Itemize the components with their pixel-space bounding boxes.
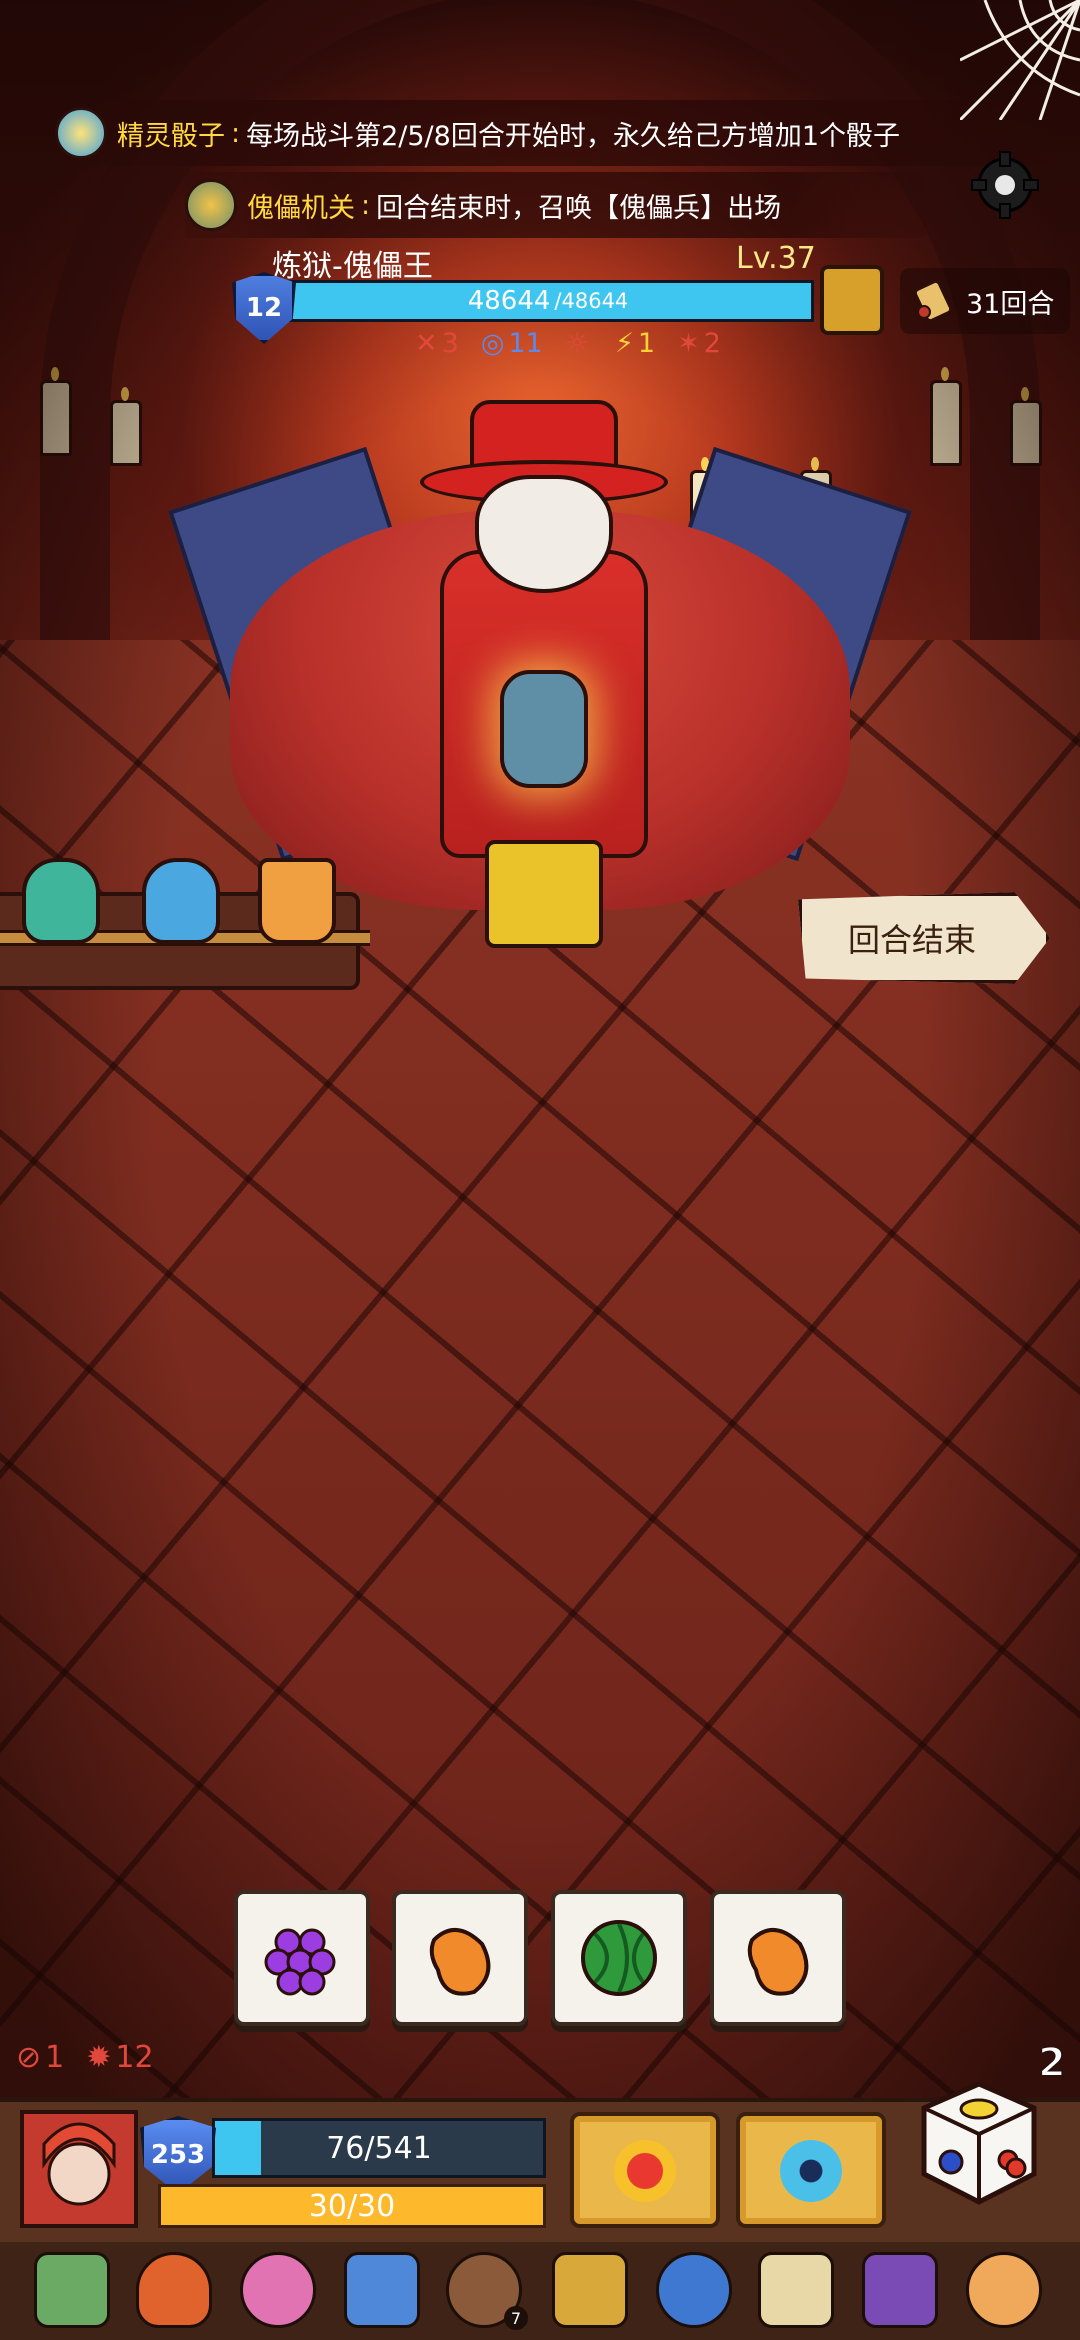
boss-mask bbox=[475, 475, 613, 593]
player-energy-bar: 30/30 bbox=[158, 2184, 546, 2228]
boss-hp-text: 48644 /48644 bbox=[285, 283, 811, 319]
boss-hp-max: /48644 bbox=[554, 289, 629, 313]
buff-name: 精灵骰子 bbox=[117, 120, 225, 152]
status-attack[interactable]: ✕ 3 bbox=[415, 328, 459, 359]
boss-shield-value: 12 bbox=[245, 293, 283, 323]
puppet-mechanism-icon bbox=[185, 179, 237, 231]
player-shield-value: 253 bbox=[150, 2140, 206, 2170]
boss-name: 炼狱-傀儡王 bbox=[272, 249, 433, 284]
buff-banner-puppet-mechanism[interactable]: 傀儡机关 : 回合结束时，召唤【傀儡兵】出场 bbox=[185, 172, 925, 238]
buff-description: 每场战斗第2/5/8回合开始时，永久给己方增加1个骰子 bbox=[246, 120, 901, 152]
cobweb-icon bbox=[960, 0, 1080, 120]
puppet-doll bbox=[500, 670, 588, 788]
dice-slot-grapes[interactable] bbox=[234, 1890, 370, 2026]
spirit-dice-icon bbox=[55, 107, 107, 159]
player-portrait-avatar[interactable] bbox=[20, 2110, 138, 2228]
sun-dice-icon bbox=[614, 2140, 676, 2202]
burn-icon: ✹ bbox=[86, 2040, 112, 2075]
watermelon-icon bbox=[581, 1920, 657, 1996]
remaining-dice-count: 2 bbox=[1037, 2039, 1067, 2087]
round-label: 31回合 bbox=[966, 288, 1055, 320]
green-cloth-relic-icon[interactable] bbox=[34, 2252, 110, 2328]
boss-level: Lv.37 bbox=[736, 241, 816, 276]
relic-count-badge: 7 bbox=[504, 2306, 528, 2330]
status-thorn[interactable]: ✶ 2 bbox=[677, 328, 721, 359]
donut-relic-icon[interactable] bbox=[966, 2252, 1042, 2328]
status-value: 1 bbox=[45, 2040, 65, 2075]
status-value: 1 bbox=[637, 328, 656, 359]
boss-hp-bar: 48644 /48644 bbox=[282, 280, 814, 322]
attack-icon: ✕ bbox=[415, 328, 438, 359]
player-energy-text: 30/30 bbox=[308, 2188, 396, 2224]
status-vortex[interactable]: ◎ 11 bbox=[481, 328, 543, 359]
scroll-icon bbox=[913, 279, 953, 323]
buff-banner-spirit-dice[interactable]: 精灵骰子 : 每场战斗第2/5/8回合开始时，永久给己方增加1个骰子 bbox=[55, 100, 1055, 166]
skill-card-sun-dice[interactable] bbox=[570, 2112, 720, 2228]
boss-hp-current: 48644 bbox=[467, 286, 551, 316]
mango-icon bbox=[429, 1928, 491, 1996]
vortex-icon: ◎ bbox=[480, 328, 505, 359]
hero-avatar bbox=[24, 2114, 134, 2224]
meat-relic-icon[interactable] bbox=[136, 2252, 212, 2328]
boss-legs bbox=[485, 840, 603, 948]
shard-relic-icon[interactable] bbox=[344, 2252, 420, 2328]
player-status-effects: ⊘ 1 ✹ 12 bbox=[16, 2040, 154, 2075]
status-burn[interactable]: ☼ bbox=[565, 328, 593, 359]
skill-card-water-drop[interactable] bbox=[736, 2112, 886, 2228]
broken-sword-icon: ⊘ bbox=[16, 2040, 42, 2075]
status-value: 11 bbox=[508, 328, 543, 359]
roll-dice-button[interactable] bbox=[916, 2078, 1042, 2208]
banana-relic-icon[interactable] bbox=[758, 2252, 834, 2328]
round-counter: 31回合 bbox=[900, 268, 1071, 334]
status-value: 3 bbox=[441, 328, 459, 359]
lightning-icon: ⚡ bbox=[614, 328, 634, 359]
lion-mask-relic-icon[interactable] bbox=[552, 2252, 628, 2328]
player-status-attack-debuff[interactable]: ⊘ 1 bbox=[16, 2040, 64, 2075]
blue-potion-icon[interactable] bbox=[142, 858, 220, 944]
status-lightning[interactable]: ⚡ 1 bbox=[615, 328, 655, 359]
end-turn-button[interactable]: 回合结束 bbox=[798, 892, 1050, 984]
purple-cloak-relic-icon[interactable] bbox=[862, 2252, 938, 2328]
settings-gear-icon[interactable] bbox=[970, 150, 1040, 220]
status-value: 2 bbox=[703, 328, 721, 359]
grapes-icon bbox=[264, 1928, 336, 1996]
dice-slot-mango[interactable] bbox=[392, 1890, 528, 2026]
water-drop-icon bbox=[780, 2140, 842, 2202]
player-hp-bar: 76/541 bbox=[212, 2118, 546, 2178]
mango-icon bbox=[747, 1928, 809, 1996]
player-status-burn[interactable]: ✹ 12 bbox=[86, 2040, 153, 2075]
green-potion-icon[interactable] bbox=[22, 858, 100, 944]
flower-relic-icon[interactable] bbox=[240, 2252, 316, 2328]
buff-separator: : bbox=[361, 189, 371, 221]
blue-egg-relic-icon[interactable] bbox=[656, 2252, 732, 2328]
orange-potion-icon[interactable] bbox=[258, 858, 336, 944]
dice-slot-mango[interactable] bbox=[710, 1890, 846, 2026]
buff-description: 回合结束时，召唤【傀儡兵】出场 bbox=[376, 192, 782, 224]
thorn-icon: ✶ bbox=[677, 328, 700, 359]
status-value: 12 bbox=[115, 2040, 154, 2075]
buff-separator: : bbox=[231, 117, 241, 149]
dice-slot-watermelon[interactable] bbox=[551, 1890, 687, 2026]
end-turn-label: 回合结束 bbox=[847, 921, 976, 959]
buff-name: 傀儡机关 bbox=[247, 192, 355, 224]
boss-intent-card-icon[interactable] bbox=[820, 265, 884, 335]
player-hp-text: 76/541 bbox=[326, 2130, 432, 2166]
boss-status-effects: ✕ 3 ◎ 11 ☼ ⚡ 1 ✶ 2 bbox=[415, 328, 721, 359]
burn-icon: ☼ bbox=[564, 328, 589, 359]
